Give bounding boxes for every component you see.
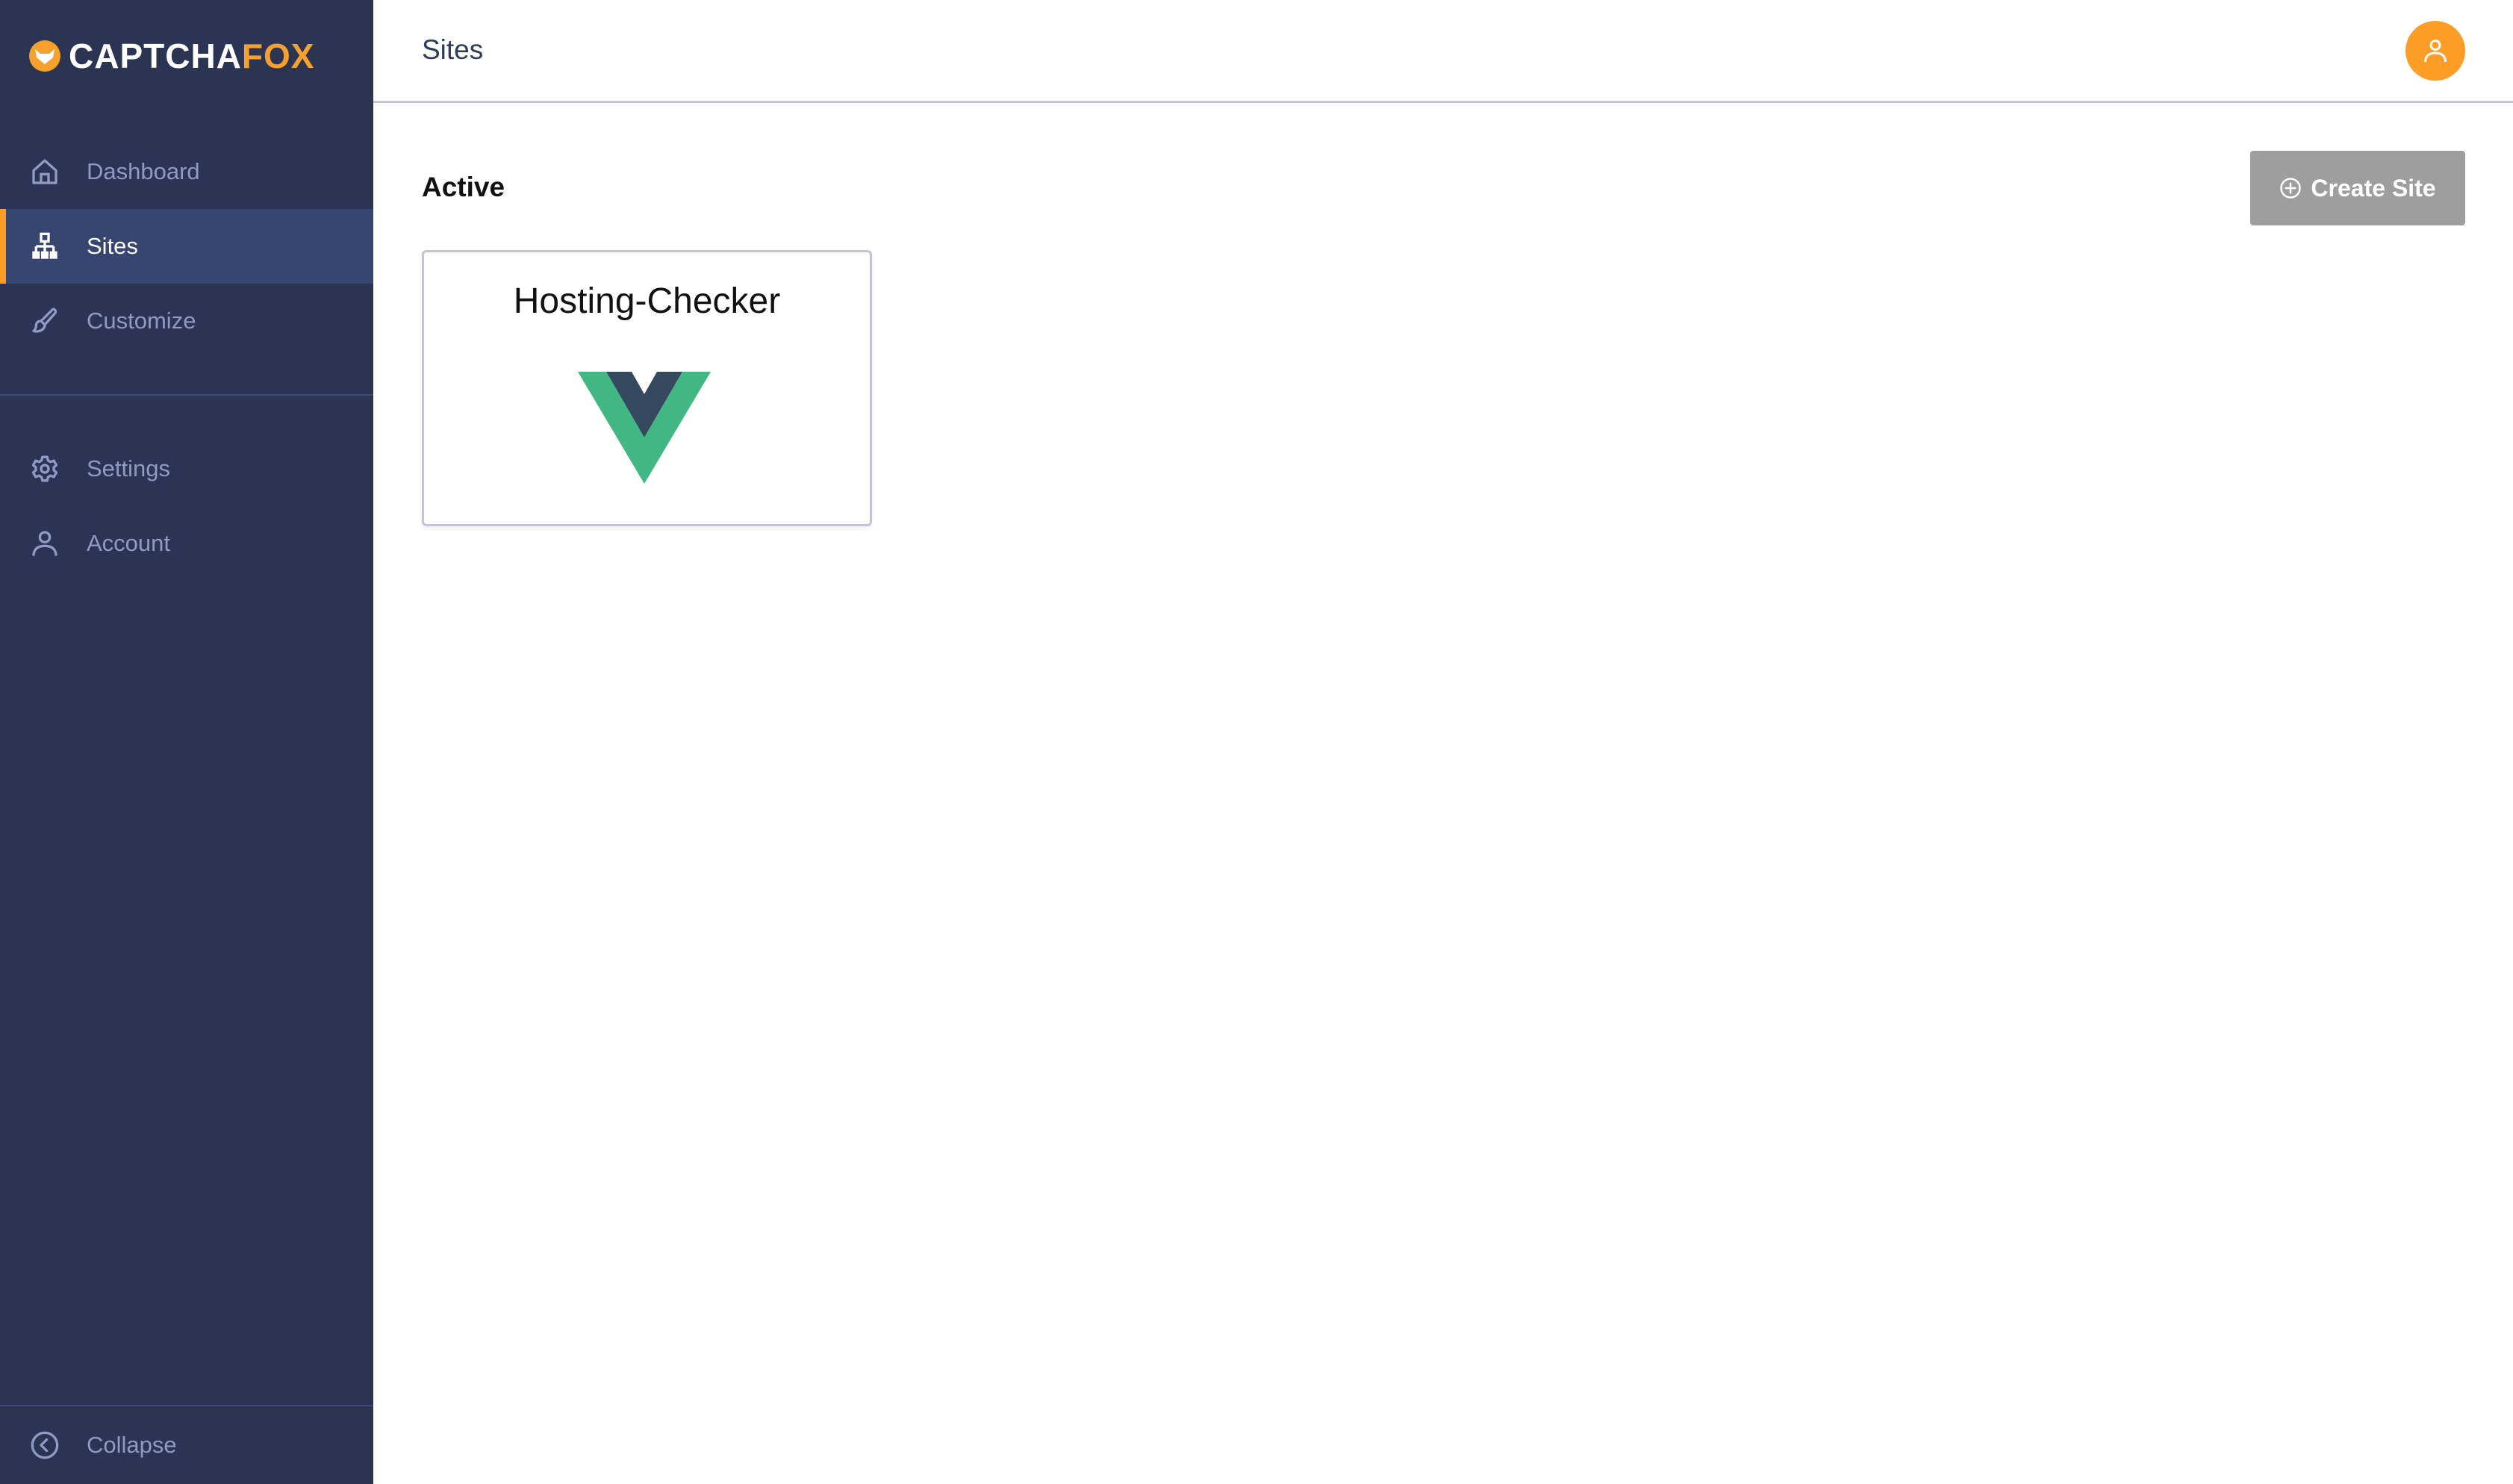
sidebar-item-dashboard[interactable]: Dashboard [0,134,373,209]
chevron-left-circle-icon [30,1430,60,1460]
plus-circle-icon [2280,178,2302,199]
page-title: Sites [422,34,484,65]
top-bar: Sites [373,0,2513,103]
site-name: Hosting-Checker [513,281,781,321]
sidebar-item-sites[interactable]: Sites [0,209,373,284]
collapse-button[interactable]: Collapse [0,1406,373,1484]
vue-logo-icon [578,372,711,484]
collapse-label: Collapse [87,1432,177,1458]
gear-icon [30,454,60,484]
sidebar-item-label: Dashboard [87,158,200,184]
user-avatar-button[interactable] [2405,21,2465,81]
sitemap-icon [30,231,60,261]
brand-logo[interactable]: CAPTCHAFOX [28,39,314,73]
site-card[interactable]: Hosting-Checker [422,250,872,526]
paintbrush-icon [30,306,60,336]
user-icon [2424,40,2447,63]
sidebar-item-label: Customize [87,308,196,334]
sidebar-divider [0,394,373,396]
sidebar-item-settings[interactable]: Settings [0,431,373,506]
sidebar-item-customize[interactable]: Customize [0,284,373,358]
brand-name: CAPTCHAFOX [69,39,314,73]
brand-name-accent: FOX [241,37,315,75]
sidebar-item-label: Sites [87,233,138,259]
create-site-button[interactable]: Create Site [2250,151,2465,225]
sidebar-item-label: Settings [87,455,171,481]
section-title-active: Active [422,172,505,202]
sidebar-item-account[interactable]: Account [0,506,373,581]
user-icon [30,529,60,558]
home-icon [30,157,60,187]
sidebar-item-label: Account [87,530,171,556]
sidebar: CAPTCHAFOX Dashboard Sites Customize Set… [0,0,373,1484]
brand-name-primary: CAPTCHA [69,37,242,75]
create-site-label: Create Site [2311,174,2436,202]
fox-icon [29,40,60,72]
